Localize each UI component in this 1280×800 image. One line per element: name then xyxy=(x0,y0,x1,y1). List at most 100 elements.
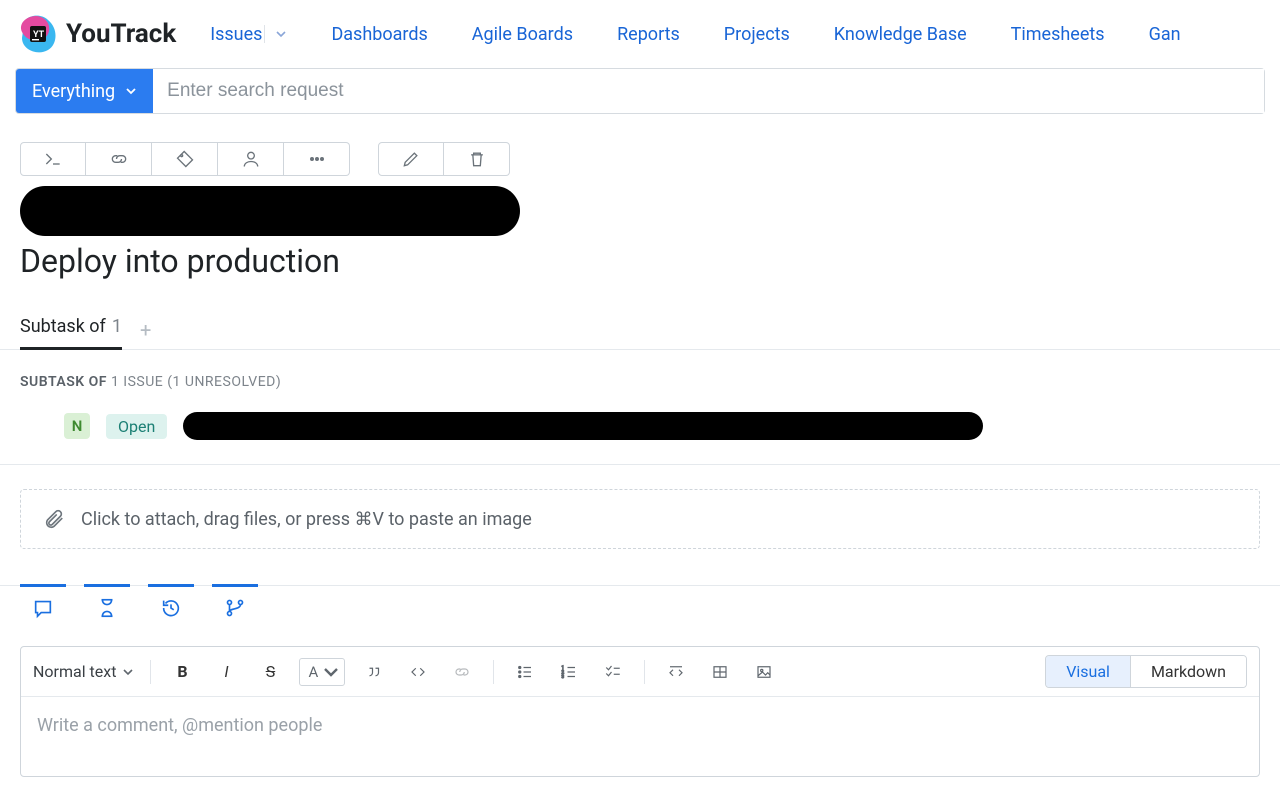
product-name: YouTrack xyxy=(66,19,176,49)
primary-nav: Issues Dashboards Agile Boards Reports P… xyxy=(210,24,1262,45)
search-bar: Everything xyxy=(15,68,1265,114)
text-style-select[interactable]: Normal text xyxy=(33,662,134,681)
code-block-icon xyxy=(667,663,685,681)
quote-button[interactable] xyxy=(359,658,389,686)
search-input[interactable] xyxy=(153,69,1264,113)
more-button[interactable] xyxy=(284,142,350,176)
redacted-content xyxy=(20,186,520,236)
links-tabs: Subtask of 1 + xyxy=(0,280,1280,350)
text-color-letter: A xyxy=(308,663,318,681)
command-button[interactable] xyxy=(20,142,86,176)
italic-button[interactable]: I xyxy=(211,658,241,686)
history-icon xyxy=(160,597,182,619)
activity-tab-history[interactable] xyxy=(148,584,194,628)
link-icon xyxy=(109,149,129,169)
issue-breadcrumb-area xyxy=(0,176,1280,236)
tag-button[interactable] xyxy=(152,142,218,176)
mode-visual-button[interactable]: Visual xyxy=(1046,656,1130,687)
add-link-button[interactable]: + xyxy=(140,320,151,340)
table-icon xyxy=(711,663,729,681)
text-color-button[interactable]: A xyxy=(299,658,345,686)
toolbar-group-edit xyxy=(378,142,510,176)
code-icon xyxy=(409,663,427,681)
product-logo[interactable]: YT YouTrack xyxy=(18,14,176,54)
comment-input[interactable]: Write a comment, @mention people xyxy=(21,697,1259,776)
nav-agile-boards[interactable]: Agile Boards xyxy=(472,24,573,45)
link-button[interactable] xyxy=(86,142,152,176)
strike-button[interactable]: S xyxy=(255,658,285,686)
issue-toolbar xyxy=(0,114,1280,176)
bullet-list-button[interactable] xyxy=(510,658,540,686)
activity-tab-comments[interactable] xyxy=(20,584,66,628)
svg-text:3: 3 xyxy=(562,674,565,680)
status-badge: Open xyxy=(106,414,167,439)
code-button[interactable] xyxy=(403,658,433,686)
image-icon xyxy=(755,663,773,681)
svg-text:YT: YT xyxy=(33,30,45,40)
edit-button[interactable] xyxy=(378,142,444,176)
delete-button[interactable] xyxy=(444,142,510,176)
activity-tab-spent-time[interactable] xyxy=(84,584,130,628)
youtrack-logo-icon: YT xyxy=(18,14,58,54)
priority-badge: N xyxy=(64,413,90,439)
paperclip-icon xyxy=(43,508,65,530)
activity-tab-vcs[interactable] xyxy=(212,584,258,628)
terminal-icon xyxy=(43,149,63,169)
redacted-content xyxy=(183,412,983,440)
pencil-icon xyxy=(401,149,421,169)
code-block-button[interactable] xyxy=(661,658,691,686)
comment-editor: Normal text B I S A 123 xyxy=(20,646,1260,777)
chevron-down-icon xyxy=(125,85,137,97)
ordered-list-button[interactable]: 123 xyxy=(554,658,584,686)
checklist-button[interactable] xyxy=(598,658,628,686)
image-button[interactable] xyxy=(749,658,779,686)
trash-icon xyxy=(467,149,487,169)
nav-projects[interactable]: Projects xyxy=(724,24,790,45)
chevron-down-icon xyxy=(322,663,340,681)
nav-dashboards[interactable]: Dashboards xyxy=(331,24,427,45)
table-button[interactable] xyxy=(705,658,735,686)
attachment-dropzone[interactable]: Click to attach, drag files, or press ⌘V… xyxy=(20,489,1260,549)
toolbar-group-actions xyxy=(20,142,350,176)
nav-gantt[interactable]: Gan xyxy=(1149,24,1181,45)
nav-issues[interactable]: Issues xyxy=(210,24,287,45)
nav-timesheets[interactable]: Timesheets xyxy=(1011,24,1105,45)
bullet-list-icon xyxy=(516,663,534,681)
toolbar-separator xyxy=(644,660,645,684)
links-section-label: SUBTASK OF xyxy=(20,374,107,390)
nav-issues-divider xyxy=(264,25,269,43)
toolbar-separator xyxy=(493,660,494,684)
nav-issues-label: Issues xyxy=(210,24,262,45)
chevron-down-icon[interactable] xyxy=(275,28,287,40)
attachment-hint: Click to attach, drag files, or press ⌘V… xyxy=(81,509,532,530)
chevron-down-icon xyxy=(122,666,134,678)
nav-knowledge-base[interactable]: Knowledge Base xyxy=(834,24,967,45)
text-style-label: Normal text xyxy=(33,662,116,681)
links-section-header: SUBTASK OF 1 ISSUE (1 UNRESOLVED) xyxy=(0,350,1280,390)
bold-button[interactable]: B xyxy=(167,658,197,686)
issue-title[interactable]: Deploy into production xyxy=(0,236,1280,280)
search-scope-label: Everything xyxy=(32,81,115,102)
link-button[interactable] xyxy=(447,658,477,686)
links-section-meta: 1 ISSUE (1 UNRESOLVED) xyxy=(111,374,281,390)
quote-icon xyxy=(365,663,383,681)
mode-markdown-button[interactable]: Markdown xyxy=(1130,656,1246,687)
search-scope-button[interactable]: Everything xyxy=(16,69,153,113)
linked-issue-row[interactable]: N Open xyxy=(0,390,1280,465)
tag-icon xyxy=(175,149,195,169)
top-bar: YT YouTrack Issues Dashboards Agile Boar… xyxy=(0,0,1280,68)
comment-icon xyxy=(32,597,54,619)
tab-subtask-of-count: 1 xyxy=(112,316,122,337)
editor-mode-switch: Visual Markdown xyxy=(1045,655,1247,688)
tab-subtask-of[interactable]: Subtask of 1 xyxy=(20,316,122,350)
link-icon xyxy=(453,663,471,681)
assignee-button[interactable] xyxy=(218,142,284,176)
hourglass-icon xyxy=(96,597,118,619)
ordered-list-icon: 123 xyxy=(560,663,578,681)
branch-icon xyxy=(224,597,246,619)
editor-toolbar: Normal text B I S A 123 xyxy=(21,647,1259,697)
nav-reports[interactable]: Reports xyxy=(617,24,680,45)
more-horizontal-icon xyxy=(307,149,327,169)
activity-tabs xyxy=(0,584,1280,628)
toolbar-separator xyxy=(150,660,151,684)
